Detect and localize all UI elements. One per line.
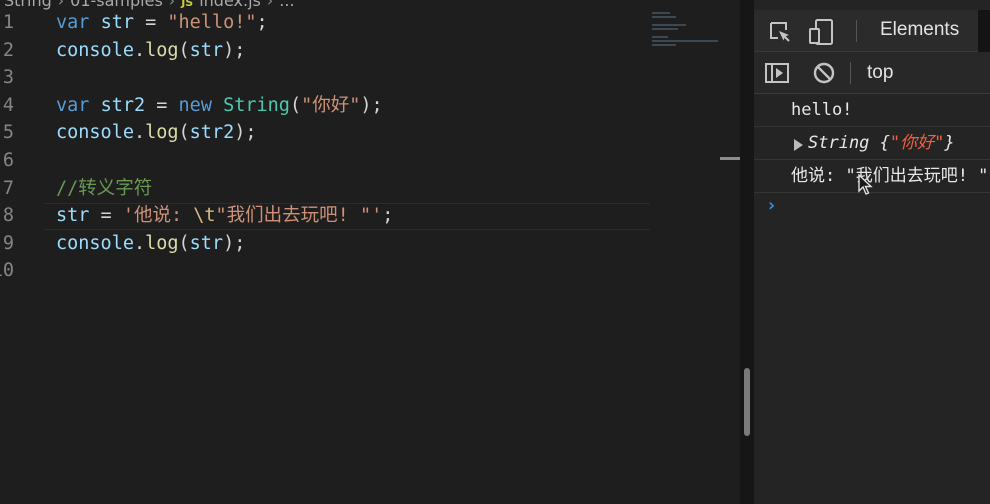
code-token: "我们出去玩吧! "' <box>215 205 383 227</box>
devtools-toolbar: Elements <box>754 10 990 52</box>
console-object-preview[interactable]: String {"你好"} <box>808 127 955 159</box>
code-text[interactable]: //转义字符 <box>56 175 152 203</box>
line-number: 7 <box>2 177 14 199</box>
code-token: console <box>56 122 134 144</box>
code-text[interactable]: console.log(str2); <box>56 119 257 147</box>
code-line[interactable]: 5 console.log(str2); <box>0 119 700 147</box>
code-line[interactable]: 6 <box>0 147 700 175</box>
code-token: ); <box>223 39 246 61</box>
console-message-object[interactable]: String {"你好"} <box>754 127 990 160</box>
code-line[interactable]: 3 <box>0 64 700 92</box>
panel-divider[interactable] <box>740 0 754 504</box>
console-toolbar: top <box>754 52 990 94</box>
code-line[interactable]: 2 console.log(str); <box>0 37 700 65</box>
line-number: 4 <box>2 94 14 116</box>
code-lines[interactable]: 1 var str = "hello!"; 2 console.log(str); 3 4… <box>0 9 700 285</box>
code-token: str <box>189 39 224 61</box>
console-prompt[interactable]: › <box>766 195 777 216</box>
toolbar-separator <box>856 20 857 42</box>
code-token: ); <box>360 94 383 116</box>
clear-console-icon[interactable] <box>812 61 836 85</box>
code-token: log <box>145 122 179 144</box>
code-line[interactable]: 10 <box>0 257 700 285</box>
code-token: ( <box>178 122 190 144</box>
console-message: hello! <box>754 94 990 127</box>
console-message-text: 他说: "我们出去玩吧! " <box>791 166 989 186</box>
code-token: "hello!" <box>167 12 257 33</box>
code-token: log <box>145 232 179 254</box>
code-line[interactable]: 9 console.log(str); <box>0 230 700 258</box>
code-token: = <box>145 94 179 116</box>
code-token: '他说: <box>122 205 194 227</box>
code-token: ); <box>234 122 257 144</box>
code-editor[interactable]: String › 01-samples › JS index.js ›... 1 var st… <box>0 0 740 504</box>
code-token: = <box>133 12 168 33</box>
code-token: ( <box>289 94 302 116</box>
code-token: ); <box>223 232 246 254</box>
code-token: "你好" <box>301 94 361 116</box>
devtools-panel: Elements top hello! String {"你好"} 他说: "我… <box>754 0 990 504</box>
console-message-text: hello! <box>791 100 853 120</box>
code-line[interactable]: 4 var str2 = new String("你好"); <box>0 92 700 120</box>
line-number: 3 <box>2 67 14 89</box>
code-text[interactable]: str = '他说: \t"我们出去玩吧! "'; <box>56 202 393 230</box>
code-token: var <box>56 94 90 116</box>
code-text[interactable]: var str = "hello!"; <box>56 9 268 37</box>
execution-context-select[interactable]: top <box>867 52 893 94</box>
code-token: String <box>223 94 290 116</box>
code-token: ( <box>178 39 190 61</box>
line-number: 6 <box>2 149 14 171</box>
show-sidebar-icon[interactable] <box>764 62 790 84</box>
code-token: console <box>56 39 134 61</box>
toolbar-separator <box>850 62 851 84</box>
editor-scrollbar-marker <box>720 157 740 160</box>
expand-triangle-icon[interactable] <box>794 139 803 151</box>
code-token: str <box>100 12 134 33</box>
minimap[interactable] <box>652 12 722 52</box>
tab-elements[interactable]: Elements <box>880 10 959 52</box>
code-token: . <box>133 232 146 254</box>
code-token: . <box>133 39 146 61</box>
code-token: ( <box>178 232 190 254</box>
code-text[interactable]: var str2 = new String("你好"); <box>56 92 383 120</box>
code-token: str2 <box>189 122 235 144</box>
code-token: str <box>189 232 224 254</box>
code-line[interactable]: 8 str = '他说: \t"我们出去玩吧! "'; <box>0 202 700 230</box>
code-token: log <box>145 39 179 61</box>
code-token: new <box>178 94 212 116</box>
device-toolbar-icon[interactable] <box>808 18 836 46</box>
mouse-pointer-icon <box>858 174 873 195</box>
code-token: \t <box>193 205 216 227</box>
code-token: = <box>89 205 123 227</box>
line-number: 9 <box>2 232 14 254</box>
code-line[interactable]: 7 //转义字符 <box>0 175 700 203</box>
line-number: 8 <box>2 205 14 227</box>
code-token: ; <box>382 205 394 227</box>
code-token: var <box>56 12 90 33</box>
code-token: str2 <box>100 94 146 116</box>
line-number: 5 <box>2 122 14 144</box>
code-token: console <box>56 232 134 254</box>
scrollbar-thumb[interactable] <box>744 368 750 436</box>
code-text[interactable]: console.log(str); <box>56 37 245 65</box>
line-number: 2 <box>2 39 14 61</box>
code-token: str <box>56 205 90 227</box>
tab-strip-overflow <box>978 10 990 52</box>
code-text[interactable]: console.log(str); <box>56 230 245 258</box>
line-number: 1 <box>2 12 14 33</box>
js-file-icon: JS <box>181 0 194 9</box>
line-number: 10 <box>0 260 14 282</box>
inspect-element-icon[interactable] <box>768 20 792 44</box>
code-token: //转义字符 <box>56 177 153 199</box>
code-token: ; <box>256 12 268 33</box>
code-token: . <box>133 122 146 144</box>
code-line[interactable]: 1 var str = "hello!"; <box>0 9 700 37</box>
